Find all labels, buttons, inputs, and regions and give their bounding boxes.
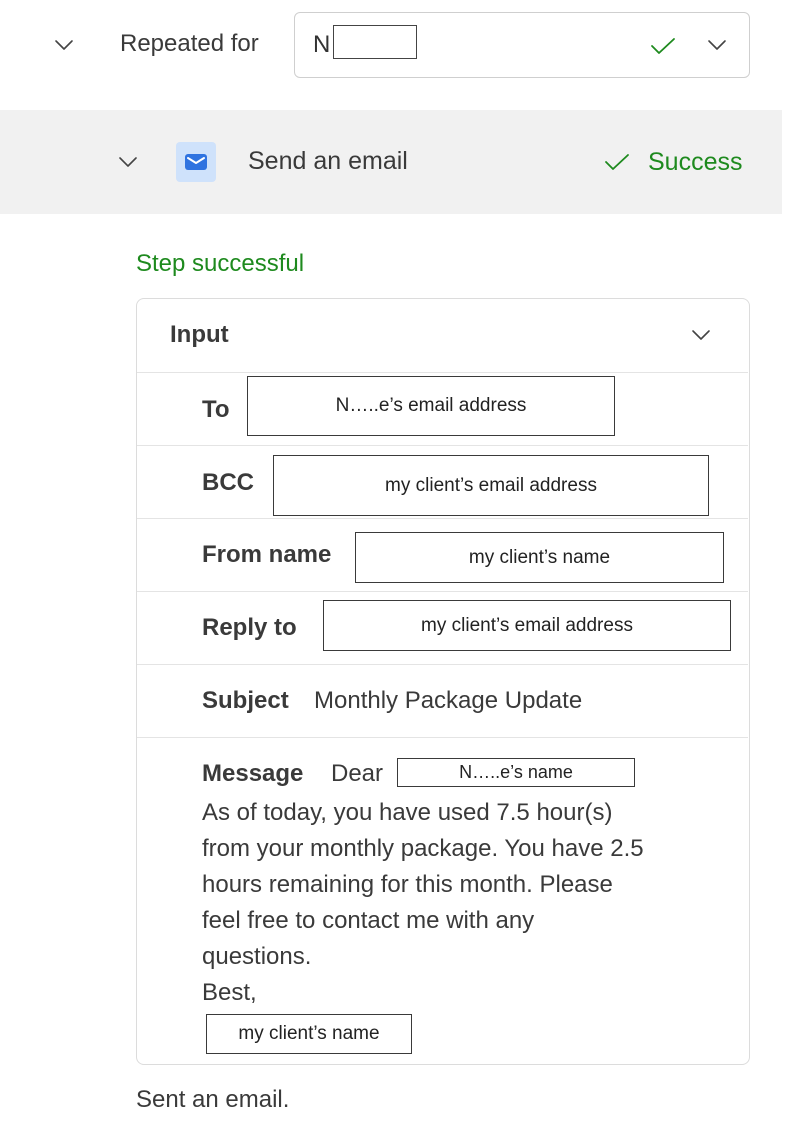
divider (137, 737, 748, 738)
collapse-step-chevron-icon[interactable] (116, 154, 140, 170)
to-value: N…..e’s email address (247, 376, 615, 436)
message-recipient-name: N…..e’s name (397, 758, 635, 787)
from-name-label: From name (202, 541, 332, 568)
chevron-down-icon[interactable] (690, 327, 712, 343)
reply-to-label: Reply to (202, 614, 297, 641)
message-label: Message (202, 760, 304, 787)
step-title: Send an email (248, 147, 408, 175)
chevron-down-icon[interactable] (706, 37, 728, 53)
subject-value: Monthly Package Update (314, 687, 583, 714)
repeat-item-select[interactable]: N e (294, 12, 750, 78)
from-name-value: my client’s name (355, 532, 724, 583)
divider (137, 518, 748, 519)
divider (137, 591, 748, 592)
bcc-label: BCC (202, 469, 254, 496)
step-header[interactable]: Send an email Success (0, 110, 782, 214)
to-label: To (202, 396, 230, 423)
reply-to-value: my client’s email address (323, 600, 731, 651)
redaction-box (333, 25, 417, 59)
email-icon (176, 142, 216, 182)
input-panel-title: Input (170, 321, 229, 348)
divider (137, 664, 748, 665)
message-greeting: Dear (331, 760, 384, 787)
divider (137, 445, 748, 446)
step-output-text: Sent an email. (136, 1086, 290, 1113)
check-icon (651, 38, 675, 54)
step-status: Success (648, 148, 743, 176)
input-panel: Input To N…..e’s email address BCC my cl… (136, 298, 750, 1065)
message-body: As of today, you have used 7.5 hour(s) f… (202, 799, 644, 1006)
bcc-value: my client’s email address (273, 455, 709, 516)
message-signature: my client’s name (206, 1014, 412, 1054)
repeated-for-label: Repeated for (120, 30, 259, 57)
collapse-repeat-chevron-icon[interactable] (52, 37, 76, 53)
step-result-text: Step successful (136, 250, 305, 277)
success-check-icon (605, 154, 629, 170)
divider (137, 372, 748, 373)
subject-label: Subject (202, 687, 289, 714)
